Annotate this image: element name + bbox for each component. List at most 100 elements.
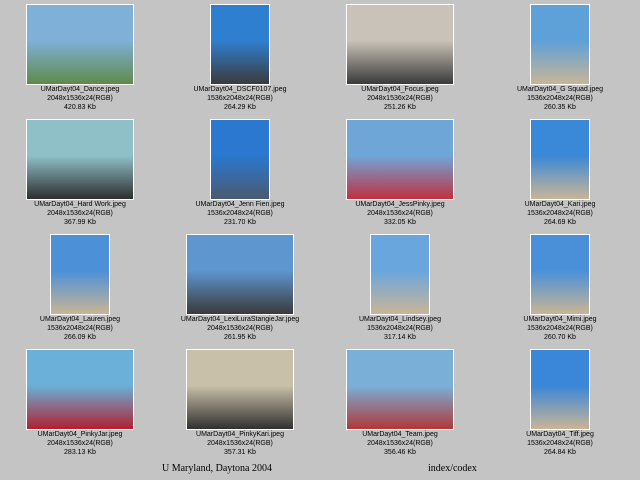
thumbnail-caption: UMarDayt04_Mimi.jpeg 1536x2048x24(RGB) 260… <box>480 315 640 342</box>
caption-dims: 1536x2048x24(RGB) <box>47 325 113 332</box>
caption-filename: UMarDayt04_LexiLuraStangieJar.jpeg <box>180 316 300 323</box>
thumbnail-caption: UMarDayt04_PinkyKari.jpeg 2048x1536x24(RG… <box>160 430 320 457</box>
thumbnail-frame <box>160 119 320 200</box>
caption-dims: 1536x2048x24(RGB) <box>527 440 593 447</box>
caption-dims: 1536x2048x24(RGB) <box>527 95 593 102</box>
photo-thumbnail[interactable] <box>50 234 110 315</box>
thumbnail-frame <box>320 234 480 315</box>
thumbnail-caption: UMarDayt04_Tiff.jpeg 1536x2048x24(RGB) 264… <box>480 430 640 457</box>
caption-dims: 1536x2048x24(RGB) <box>367 325 433 332</box>
thumbnail-grid: UMarDayt04_Dance.jpeg 2048x1536x24(RGB) 42… <box>0 0 640 460</box>
caption-dims: 1536x2048x24(RGB) <box>207 95 273 102</box>
caption-size: 332.05 Kb <box>384 219 416 226</box>
photo-thumbnail[interactable] <box>26 349 134 430</box>
photo-thumbnail[interactable] <box>530 4 590 85</box>
thumbnail-item[interactable]: UMarDayt04_Focus.jpeg 2048x1536x24(RGB) 25… <box>320 0 480 115</box>
caption-size: 261.95 Kb <box>224 334 256 341</box>
caption-size: 420.83 Kb <box>64 104 96 111</box>
caption-size: 317.14 Kb <box>384 334 416 341</box>
index-codex-link[interactable]: index/codex <box>428 463 477 474</box>
caption-dims: 2048x1536x24(RGB) <box>367 440 433 447</box>
caption-filename: UMarDayt04_JessPinky.jpeg <box>355 201 445 208</box>
caption-dims: 2048x1536x24(RGB) <box>367 210 433 217</box>
caption-dims: 2048x1536x24(RGB) <box>47 95 113 102</box>
thumbnail-caption: UMarDayt04_Lauren.jpeg 1536x2048x24(RGB) 2… <box>0 315 160 342</box>
page-title: U Maryland, Daytona 2004 <box>162 463 272 474</box>
thumbnail-frame <box>320 119 480 200</box>
photo-thumbnail[interactable] <box>530 119 590 200</box>
thumbnail-item[interactable]: UMarDayt04_Hard Work.jpeg 2048x1536x24(RG… <box>0 115 160 230</box>
thumbnail-frame <box>320 349 480 430</box>
caption-size: 264.84 Kb <box>544 449 576 456</box>
thumbnail-item[interactable]: UMarDayt04_Lindsey.jpeg 1536x2048x24(RGB)… <box>320 230 480 345</box>
photo-thumbnail[interactable] <box>346 349 454 430</box>
caption-size: 251.26 Kb <box>384 104 416 111</box>
thumbnail-item[interactable]: UMarDayt04_G Squad.jpeg 1536x2048x24(RGB)… <box>480 0 640 115</box>
thumbnail-item[interactable]: UMarDayt04_Jenn Fien.jpeg 1536x2048x24(RG… <box>160 115 320 230</box>
photo-thumbnail[interactable] <box>210 119 270 200</box>
thumbnail-item[interactable]: UMarDayt04_Lauren.jpeg 1536x2048x24(RGB) 2… <box>0 230 160 345</box>
thumbnail-item[interactable]: UMarDayt04_Mimi.jpeg 1536x2048x24(RGB) 260… <box>480 230 640 345</box>
thumbnail-item[interactable]: UMarDayt04_PinkyKari.jpeg 2048x1536x24(RG… <box>160 345 320 460</box>
caption-size: 283.13 Kb <box>64 449 96 456</box>
photo-thumbnail[interactable] <box>210 4 270 85</box>
thumbnail-item[interactable]: UMarDayt04_DSCF0107.jpeg 1536x2048x24(RGB… <box>160 0 320 115</box>
thumbnail-item[interactable]: UMarDayt04_LexiLuraStangieJar.jpeg 2048x1… <box>160 230 320 345</box>
photo-thumbnail[interactable] <box>346 119 454 200</box>
thumbnail-caption: UMarDayt04_JessPinky.jpeg 2048x1536x24(RG… <box>320 200 480 227</box>
caption-filename: UMarDayt04_Lindsey.jpeg <box>359 316 441 323</box>
caption-filename: UMarDayt04_Jenn Fien.jpeg <box>195 201 285 208</box>
thumbnail-item[interactable]: UMarDayt04_PinkyJar.jpeg 2048x1536x24(RGB… <box>0 345 160 460</box>
thumbnail-caption: UMarDayt04_PinkyJar.jpeg 2048x1536x24(RGB… <box>0 430 160 457</box>
caption-dims: 2048x1536x24(RGB) <box>207 440 273 447</box>
thumbnail-frame <box>480 234 640 315</box>
caption-size: 266.09 Kb <box>64 334 96 341</box>
caption-filename: UMarDayt04_Dance.jpeg <box>40 86 120 93</box>
photo-thumbnail[interactable] <box>26 119 134 200</box>
caption-size: 260.35 Kb <box>544 104 576 111</box>
thumbnail-item[interactable]: UMarDayt04_Tiff.jpeg 1536x2048x24(RGB) 264… <box>480 345 640 460</box>
thumbnail-caption: UMarDayt04_Kari.jpeg 1536x2048x24(RGB) 264… <box>480 200 640 227</box>
photo-thumbnail[interactable] <box>346 4 454 85</box>
caption-dims: 2048x1536x24(RGB) <box>47 440 113 447</box>
thumbnail-frame <box>160 349 320 430</box>
thumbnail-caption: UMarDayt04_Hard Work.jpeg 2048x1536x24(RG… <box>0 200 160 227</box>
thumbnail-frame <box>160 234 320 315</box>
photo-thumbnail[interactable] <box>530 234 590 315</box>
caption-size: 356.46 Kb <box>384 449 416 456</box>
caption-dims: 1536x2048x24(RGB) <box>527 210 593 217</box>
thumbnail-frame <box>480 349 640 430</box>
caption-dims: 1536x2048x24(RGB) <box>207 210 273 217</box>
photo-thumbnail[interactable] <box>370 234 430 315</box>
caption-size: 264.69 Kb <box>544 219 576 226</box>
caption-filename: UMarDayt04_Lauren.jpeg <box>39 316 121 323</box>
caption-size: 260.70 Kb <box>544 334 576 341</box>
photo-thumbnail[interactable] <box>186 234 294 315</box>
thumbnail-item[interactable]: UMarDayt04_Kari.jpeg 1536x2048x24(RGB) 264… <box>480 115 640 230</box>
caption-filename: UMarDayt04_Kari.jpeg <box>524 201 596 208</box>
photo-thumbnail[interactable] <box>186 349 294 430</box>
thumbnail-caption: UMarDayt04_Dance.jpeg 2048x1536x24(RGB) 42… <box>0 85 160 112</box>
thumbnail-item[interactable]: UMarDayt04_Dance.jpeg 2048x1536x24(RGB) 42… <box>0 0 160 115</box>
caption-filename: UMarDayt04_Tiff.jpeg <box>526 431 594 438</box>
caption-size: 357.31 Kb <box>224 449 256 456</box>
caption-filename: UMarDayt04_G Squad.jpeg <box>517 86 603 93</box>
thumbnail-frame <box>480 4 640 85</box>
thumbnail-frame <box>160 4 320 85</box>
thumbnail-caption: UMarDayt04_Jenn Fien.jpeg 1536x2048x24(RG… <box>160 200 320 227</box>
caption-filename: UMarDayt04_DSCF0107.jpeg <box>193 86 287 93</box>
photo-thumbnail[interactable] <box>26 4 134 85</box>
caption-dims: 2048x1536x24(RGB) <box>47 210 113 217</box>
thumbnail-item[interactable]: UMarDayt04_Team.jpeg 2048x1536x24(RGB) 356… <box>320 345 480 460</box>
thumbnail-caption: UMarDayt04_Focus.jpeg 2048x1536x24(RGB) 25… <box>320 85 480 112</box>
caption-dims: 2048x1536x24(RGB) <box>207 325 273 332</box>
photo-thumbnail[interactable] <box>530 349 590 430</box>
caption-dims: 2048x1536x24(RGB) <box>367 95 433 102</box>
thumbnail-caption: UMarDayt04_Lindsey.jpeg 1536x2048x24(RGB)… <box>320 315 480 342</box>
thumbnail-item[interactable]: UMarDayt04_JessPinky.jpeg 2048x1536x24(RG… <box>320 115 480 230</box>
thumbnail-frame <box>480 119 640 200</box>
thumbnail-caption: UMarDayt04_LexiLuraStangieJar.jpeg 2048x1… <box>160 315 320 342</box>
caption-size: 367.99 Kb <box>64 219 96 226</box>
caption-filename: UMarDayt04_Team.jpeg <box>362 431 438 438</box>
caption-size: 231.70 Kb <box>224 219 256 226</box>
